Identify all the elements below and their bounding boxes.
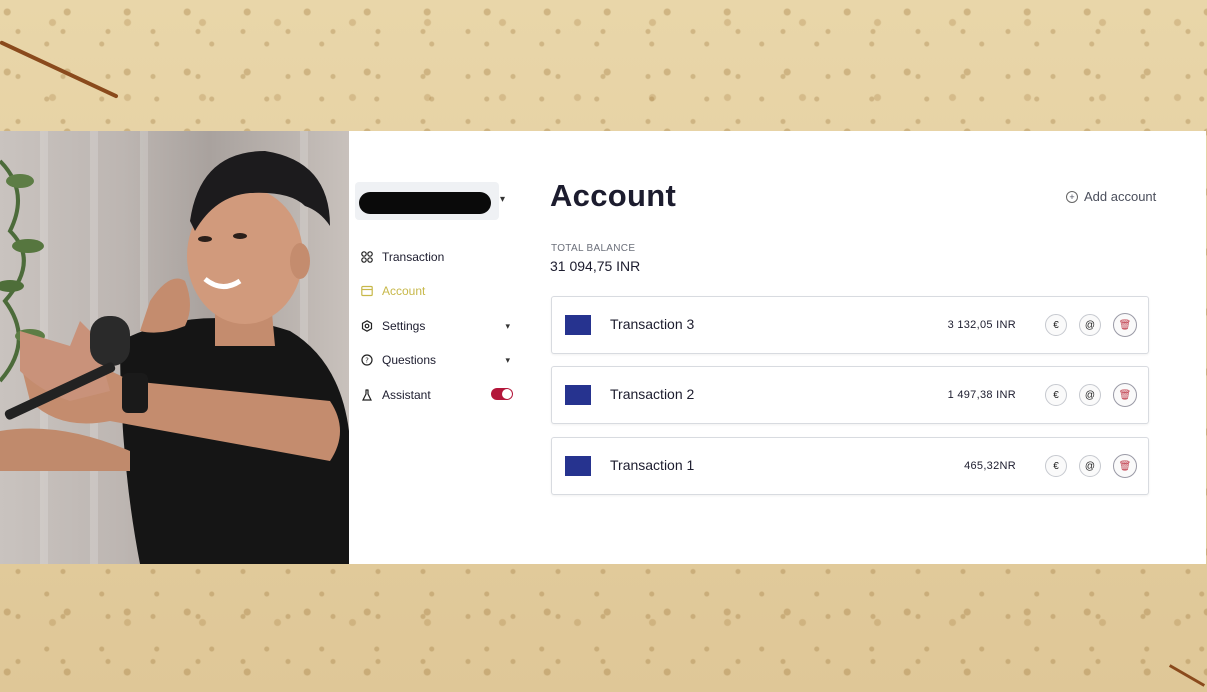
background-streak [0, 40, 119, 99]
transaction-name: Transaction 2 [610, 386, 695, 402]
grid-icon [360, 250, 374, 264]
chevron-down-icon: ▾ [505, 354, 510, 365]
sidebar-item-label: Assistant [382, 388, 431, 402]
chevron-down-icon: ▾ [499, 194, 505, 205]
plus-circle-icon: + [1066, 190, 1078, 203]
svg-text:?: ? [365, 357, 369, 365]
gear-icon [360, 319, 374, 333]
chevron-down-icon: ▾ [505, 320, 510, 331]
transaction-row[interactable]: Transaction 1 465,32NR € @ 🗑 [551, 437, 1149, 495]
total-balance-value: 31 094,75 INR [550, 258, 641, 274]
flask-icon [360, 388, 374, 402]
account-color-swatch [565, 385, 591, 405]
page-title: Account [550, 178, 677, 213]
transaction-name: Transaction 1 [610, 457, 695, 473]
trash-icon[interactable]: 🗑 [1113, 383, 1137, 407]
sidebar-item-label: Transaction [382, 250, 445, 264]
total-balance-label: TOTAL BALANCE [551, 243, 636, 254]
transaction-amount: 3 132,05 INR [947, 319, 1016, 331]
euro-icon[interactable]: € [1045, 384, 1067, 406]
sidebar-item-transaction[interactable]: Transaction [360, 247, 510, 267]
transaction-amount: 465,32NR [964, 460, 1016, 472]
trash-icon[interactable]: 🗑 [1113, 313, 1137, 337]
sidebar-item-questions[interactable]: ? Questions ▾ [360, 350, 510, 370]
trash-icon[interactable]: 🗑 [1113, 454, 1137, 478]
add-account-label: Add account [1084, 189, 1157, 204]
background-streak [1168, 664, 1206, 687]
euro-icon[interactable]: € [1045, 314, 1067, 336]
at-icon[interactable]: @ [1079, 314, 1101, 336]
redacted-account-name [359, 192, 491, 214]
sidebar-item-label: Questions [382, 353, 437, 367]
assistant-toggle[interactable] [491, 388, 513, 400]
account-color-swatch [565, 456, 591, 476]
transaction-name: Transaction 3 [610, 316, 695, 332]
card-icon [360, 284, 374, 298]
sidebar-item-label: Settings [382, 319, 426, 333]
app-window: ▾ Transaction Account Settings ▾ ? Quest… [349, 131, 1206, 564]
question-icon: ? [360, 353, 374, 367]
account-selector[interactable]: ▾ [355, 182, 505, 220]
transaction-amount: 1 497,38 INR [947, 389, 1016, 401]
video-inset [0, 131, 349, 564]
sidebar-item-label: Account [382, 284, 426, 298]
person-image [0, 151, 349, 564]
euro-icon[interactable]: € [1045, 455, 1067, 477]
transaction-row[interactable]: Transaction 2 1 497,38 INR € @ 🗑 [551, 366, 1149, 424]
sidebar-item-account[interactable]: Account [360, 281, 510, 301]
account-color-swatch [565, 315, 591, 335]
sidebar-item-assistant[interactable]: Assistant [360, 385, 513, 405]
sidebar: ▾ Transaction Account Settings ▾ ? Quest… [349, 131, 529, 564]
at-icon[interactable]: @ [1079, 384, 1101, 406]
sidebar-item-settings[interactable]: Settings ▾ [360, 316, 510, 336]
at-icon[interactable]: @ [1079, 455, 1101, 477]
add-account-button[interactable]: + Add account [1066, 189, 1156, 204]
transaction-row[interactable]: Transaction 3 3 132,05 INR € @ 🗑 [551, 296, 1149, 354]
